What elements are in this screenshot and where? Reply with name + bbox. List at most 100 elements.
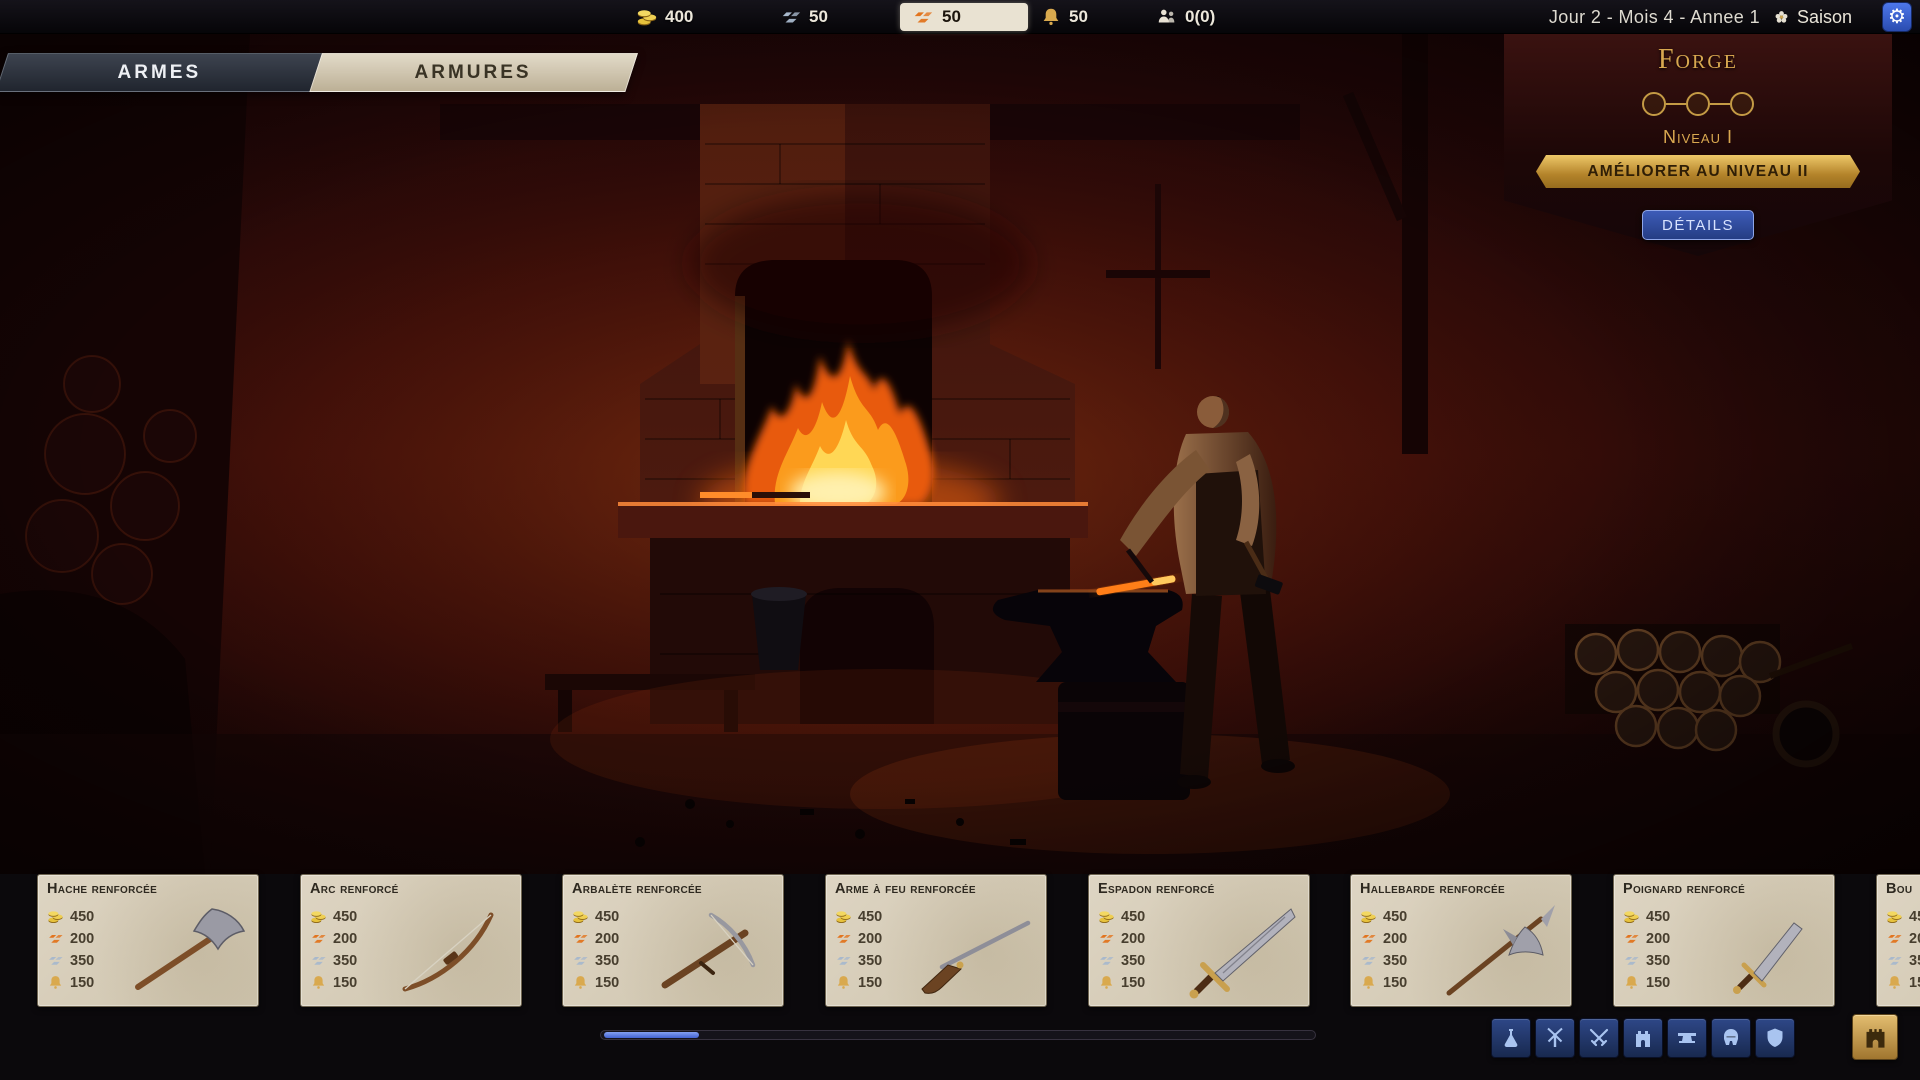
item-name: Arbalète renforcée [572,881,777,897]
cost-iron: 350 [70,953,94,969]
coins-icon [1886,908,1903,925]
forge-level-pips [1504,92,1892,116]
item-name: Arc renforcé [310,881,515,897]
coins-icon [1360,908,1377,925]
tab-armures-label: ARMURES [415,62,532,84]
building-button-armory[interactable] [1711,1018,1751,1058]
upgrade-level-button[interactable]: AMÉLIORER AU NIVEAU II [1536,155,1860,188]
resource-gold: 400 [636,0,693,34]
tab-armures[interactable]: ARMURES [309,53,638,92]
items-scrollbar-thumb[interactable] [604,1032,699,1038]
forge-panel: Forge Niveau I AMÉLIORER AU NIVEAU II DÉ… [1504,34,1892,256]
cost-iron: 350 [1646,953,1670,969]
cost-gold: 450 [333,909,357,925]
gun-image [908,903,1044,1001]
building-button-tower[interactable] [1623,1018,1663,1058]
cost-copper: 200 [70,931,94,947]
details-label: DÉTAILS [1662,217,1734,234]
coins-icon [835,908,852,925]
cost-bell: 150 [333,975,357,991]
level-pip-2 [1686,92,1710,116]
shield-icon [1763,1026,1787,1050]
cost-iron: 350 [858,953,882,969]
item-card-poignard-renforce[interactable]: Poignard renforcé 450 200 350 150 [1613,874,1835,1007]
iron-ingot-icon [1098,952,1115,969]
building-button-mill[interactable] [1535,1018,1575,1058]
forge-panel-title: Forge [1504,44,1892,76]
item-costs: 450 200 350 150 [1098,908,1145,991]
item-card-partial[interactable]: Bou 450 200 350 150 [1876,874,1920,1007]
forge-level-label: Niveau I [1504,127,1892,148]
items-scrollbar-track[interactable] [600,1030,1316,1040]
resource-bell-value: 50 [1069,7,1088,27]
copper-ingot-icon [1623,930,1640,947]
resource-gold-value: 400 [665,7,693,27]
cost-copper: 200 [595,931,619,947]
resource-iron-value: 50 [809,7,828,27]
flask-icon [1499,1026,1523,1050]
category-tabs: ARMES ARMURES [0,53,638,92]
copper-ingot-icon [1098,930,1115,947]
details-button[interactable]: DÉTAILS [1642,210,1754,240]
cost-copper: 200 [1646,931,1670,947]
cost-iron: 350 [333,953,357,969]
cost-bell: 150 [595,975,619,991]
tab-armes[interactable]: ARMES [0,53,322,92]
building-button-alchemy[interactable] [1491,1018,1531,1058]
cost-bell: 150 [1909,975,1920,991]
settings-button[interactable]: ⚙ [1882,2,1912,32]
cost-iron: 350 [1909,953,1920,969]
coins-icon [310,908,327,925]
cost-bell: 150 [858,975,882,991]
item-name: Bou [1886,881,1920,897]
item-costs: 450 200 350 150 [572,908,619,991]
cost-bell: 150 [1121,975,1145,991]
coins-icon [572,908,589,925]
item-costs: 450 200 350 150 [310,908,357,991]
building-button-castle-selected[interactable] [1852,1014,1898,1060]
item-card-hallebarde-renforcee[interactable]: Hallebarde renforcée 450 200 350 150 [1350,874,1572,1007]
building-button-weapons[interactable] [1579,1018,1619,1058]
building-button-defense[interactable] [1755,1018,1795,1058]
item-name: Arme à feu renforcée [835,881,1040,897]
coins-icon [1623,908,1640,925]
level-pip-3 [1730,92,1754,116]
item-costs: 450 200 350 150 [1623,908,1670,991]
coins-icon [636,6,658,28]
axe-image [120,903,256,1001]
cost-iron: 350 [595,953,619,969]
item-card-espadon-renforce[interactable]: Espadon renforcé 450 200 350 150 [1088,874,1310,1007]
cost-gold: 450 [1646,909,1670,925]
item-card-arme-a-feu-renforcee[interactable]: Arme à feu renforcée 450 200 350 150 [825,874,1047,1007]
building-button-forge[interactable] [1667,1018,1707,1058]
resource-copper-value: 50 [942,7,961,27]
cost-copper: 200 [858,931,882,947]
bell-icon [1360,974,1377,991]
cost-iron: 350 [1383,953,1407,969]
cost-copper: 200 [1909,931,1920,947]
cost-copper: 200 [333,931,357,947]
level-pip-link [1710,103,1730,105]
cost-copper: 200 [1383,931,1407,947]
bell-icon [835,974,852,991]
item-card-hache-renforcee[interactable]: Hache renforcée 450 200 350 150 [37,874,259,1007]
season-label: Saison [1797,7,1852,28]
iron-ingot-icon [1886,952,1903,969]
copper-ingot-icon [572,930,589,947]
greatsword-image [1171,903,1307,1001]
upgrade-level-label: AMÉLIORER AU NIVEAU II [1587,163,1808,181]
cost-bell: 150 [1383,975,1407,991]
iron-ingot-icon [310,952,327,969]
cost-gold: 450 [858,909,882,925]
castle-icon [1862,1024,1889,1051]
iron-ingot-icon [780,6,802,28]
halberd-image [1433,903,1569,1001]
item-card-arbalete-renforcee[interactable]: Arbalète renforcée 450 200 350 150 [562,874,784,1007]
item-costs: 450 200 350 150 [835,908,882,991]
crossbow-image [645,903,781,1001]
bell-icon [310,974,327,991]
item-name: Espadon renforcé [1098,881,1303,897]
item-card-arc-renforce[interactable]: Arc renforcé 450 200 350 150 [300,874,522,1007]
bell-icon [47,974,64,991]
item-name: Hache renforcée [47,881,252,897]
